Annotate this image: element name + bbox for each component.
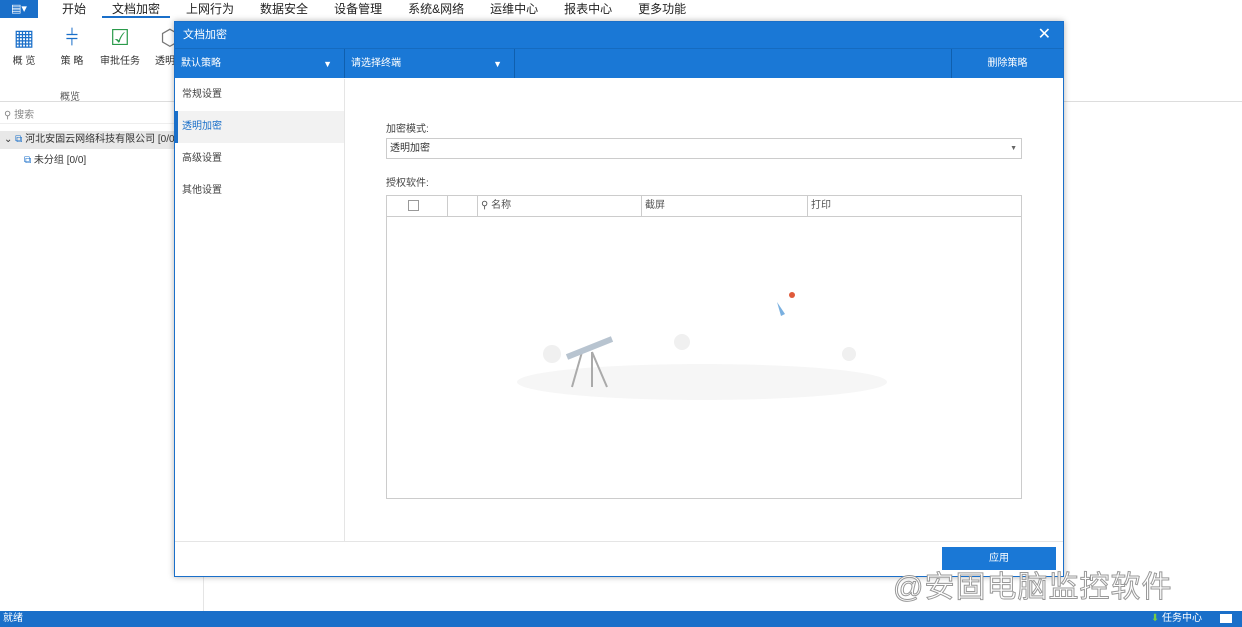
caret-down-icon: ▼ [493, 59, 502, 69]
mode-select[interactable]: 透明加密 ▼ [386, 138, 1022, 159]
menubar: ▤▾ 开始 文档加密 上网行为 数据安全 设备管理 系统&网络 运维中心 报表中… [0, 0, 1242, 18]
col-print[interactable]: 打印 [808, 196, 1021, 216]
col-name-label: 名称 [491, 200, 512, 211]
select-all-cell [387, 196, 448, 216]
task-center-label: 任务中心 [1162, 613, 1202, 624]
tree-item-ungrouped[interactable]: ⧉ 未分组 [0/0] [24, 153, 86, 169]
status-bar: 就绪 ⬇ 任务中心 [0, 611, 1242, 627]
software-label: 授权软件: [386, 178, 429, 189]
caret-down-icon: ▼ [323, 59, 332, 69]
tree-item-company[interactable]: ⌄ ⧉ 河北安固云网络科技有限公司 [0/0] [0, 131, 200, 149]
policy-button[interactable]: ⫩ 策 略 [52, 24, 92, 67]
policy-dropdown[interactable]: 默认策略 ▼ [175, 49, 345, 78]
menu-reports[interactable]: 报表中心 [554, 0, 622, 18]
dialog-footer-divider [175, 541, 1063, 542]
software-table: ⚲ 名称 截屏 打印 [386, 195, 1022, 499]
sidebar-item-other[interactable]: 其他设置 [175, 175, 344, 207]
group-label: 概览 [60, 92, 80, 103]
download-icon: ⬇ [1150, 613, 1162, 624]
dialog-titlebar: 文档加密 ✕ [175, 22, 1063, 48]
task-center-button[interactable]: ⬇ 任务中心 [1151, 611, 1202, 627]
menu-start[interactable]: 开始 [52, 0, 96, 18]
mode-label: 加密模式: [386, 124, 429, 135]
search-input[interactable]: ⚲ 搜索 [0, 106, 200, 124]
menu-doc-encrypt[interactable]: 文档加密 [102, 0, 171, 18]
dialog-toolbar: 默认策略 ▼ 请选择终端 ▼ 删除策略 [175, 48, 1063, 78]
search-icon: ⚲ [481, 200, 492, 211]
clipboard-check-icon: ☑ [110, 25, 130, 50]
caret-down-icon: ▼ [1010, 145, 1017, 152]
col-screenshot[interactable]: 截屏 [642, 196, 808, 216]
label: 策 略 [60, 56, 84, 67]
tree-label: 未分组 [0/0] [33, 155, 87, 166]
sidebar-item-advanced[interactable]: 高级设置 [175, 143, 344, 175]
policy-value: 默认策略 [181, 58, 221, 69]
menu-device[interactable]: 设备管理 [324, 0, 392, 18]
menu-internet[interactable]: 上网行为 [176, 0, 244, 18]
watermark: @安固电脑监控软件 [892, 571, 1173, 605]
network-icon: ⧉ [15, 134, 23, 145]
message-icon[interactable] [1220, 614, 1232, 623]
col-name[interactable]: ⚲ 名称 [478, 196, 642, 216]
approval-button[interactable]: ☑ 审批任务 [98, 24, 142, 67]
tree-label: 河北安固云网络科技有限公司 [0/0] [25, 134, 178, 145]
label: 审批任务 [100, 56, 140, 67]
menu-ops[interactable]: 运维中心 [480, 0, 548, 18]
monitor-icon: ⧉ [24, 155, 32, 166]
dialog-title: 文档加密 [183, 29, 227, 41]
empty-state-illustration [517, 292, 887, 400]
close-icon[interactable]: ✕ [1038, 22, 1051, 48]
terminal-value: 请选择终端 [351, 58, 401, 69]
grid-icon: ▦ [13, 25, 35, 50]
select-all-checkbox[interactable] [408, 200, 419, 211]
blank-col [448, 196, 478, 216]
search-icon: ⚲ [4, 110, 15, 121]
search-placeholder: 搜索 [14, 110, 35, 121]
sidebar-item-transparent[interactable]: 透明加密 [175, 111, 344, 143]
settings-sidebar: 常规设置 透明加密 高级设置 其他设置 [175, 79, 345, 541]
doc-encrypt-dialog: 文档加密 ✕ 默认策略 ▼ 请选择终端 ▼ 删除策略 常规设置 透明加密 高级设置 其… [174, 21, 1064, 577]
menu-data-security[interactable]: 数据安全 [250, 0, 318, 18]
mode-value: 透明加密 [390, 143, 430, 154]
status-text: 就绪 [3, 613, 23, 624]
label: 概 览 [12, 56, 36, 67]
sidebar-item-general[interactable]: 常规设置 [175, 79, 344, 111]
app-menu-button[interactable]: ▤▾ [0, 0, 38, 18]
terminal-dropdown[interactable]: 请选择终端 ▼ [345, 49, 515, 78]
overview-button[interactable]: ▦ 概 览 [4, 24, 44, 67]
table-header: ⚲ 名称 截屏 打印 [387, 196, 1021, 217]
delete-policy-button[interactable]: 删除策略 [951, 49, 1063, 78]
sliders-icon: ⫩ [65, 25, 79, 50]
menu-network[interactable]: 系统&网络 [398, 0, 474, 18]
menu-more[interactable]: 更多功能 [628, 0, 696, 18]
